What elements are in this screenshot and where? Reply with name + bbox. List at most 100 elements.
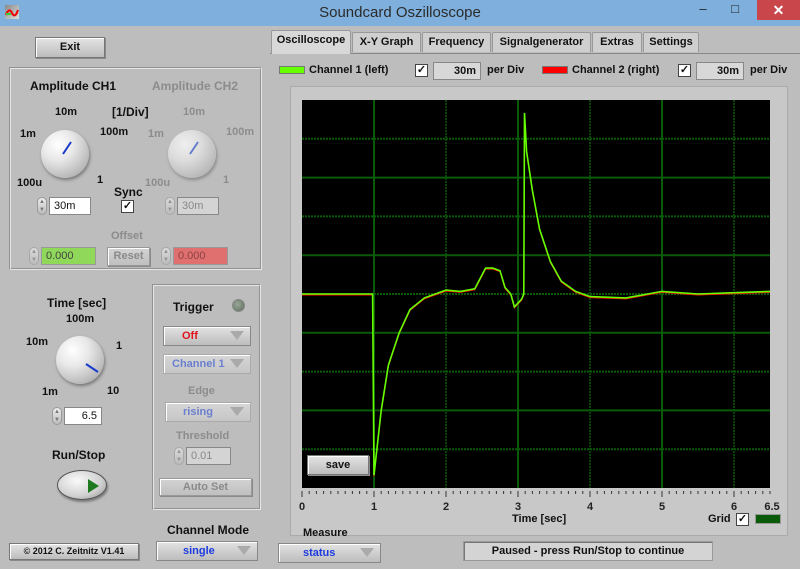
time-spinner[interactable]: ▲ ▼ [52, 407, 62, 425]
save-button[interactable]: save [307, 455, 369, 475]
x-tick-label: 2 [443, 501, 449, 513]
time-scale-1: 1 [116, 340, 123, 352]
ch2-enable-checkbox[interactable]: ✓ [678, 64, 691, 77]
window-title: Soundcard Oszilloscope [319, 4, 481, 21]
time-scale-10: 10 [107, 385, 120, 397]
ch2-label: Channel 2 (right) [572, 64, 660, 76]
trigger-channel-value: Channel 1 [172, 358, 225, 370]
threshold-input[interactable]: 0.01 [186, 447, 231, 465]
chevron-down-icon [230, 359, 244, 368]
threshold-label: Threshold [176, 430, 230, 442]
grid-checkbox[interactable]: ✓ [736, 513, 749, 526]
trigger-led-icon [232, 299, 245, 312]
edge-label: Edge [188, 385, 215, 397]
ch2-amplitude-spinner[interactable]: ▲ ▼ [165, 197, 175, 215]
measure-dropdown[interactable]: status [278, 543, 381, 563]
offset-ch1-spinner[interactable]: ▲ ▼ [29, 247, 39, 265]
amplitude-ch2-title: Amplitude CH2 [152, 79, 239, 93]
time-title: Time [sec] [47, 296, 107, 310]
channel-mode-dropdown[interactable]: single [156, 541, 258, 561]
ch1-amplitude-knob[interactable] [41, 130, 89, 178]
offset-ch2-spinner[interactable]: ▲ ▼ [161, 247, 171, 265]
trigger-panel [152, 284, 261, 510]
ch2-amplitude-knob[interactable] [168, 130, 216, 178]
ch1-amplitude-spinner[interactable]: ▲ ▼ [37, 197, 47, 215]
ch2-color-swatch[interactable] [542, 66, 568, 74]
chevron-down-icon [237, 546, 251, 555]
tab-oscilloscope[interactable]: Oscilloscope [271, 30, 351, 54]
tab-extras[interactable]: Extras [592, 32, 642, 52]
grid-label: Grid [708, 513, 731, 525]
maximize-button[interactable]: □ [720, 0, 750, 20]
sync-checkbox[interactable]: ✓ [121, 200, 134, 213]
minimize-button[interactable]: – [690, 0, 716, 20]
ch1-scale-100m: 100m [100, 126, 129, 138]
ch1-amplitude-input[interactable]: 30m [49, 197, 91, 215]
offset-ch1-input[interactable]: 0.000 [41, 247, 96, 265]
auto-set-button[interactable]: Auto Set [159, 478, 252, 496]
trigger-title: Trigger [173, 300, 214, 314]
chevron-down-icon [230, 407, 244, 416]
time-scale-10m: 10m [26, 336, 49, 348]
ch2-scale-100u: 100u [145, 177, 171, 189]
offset-ch2-input[interactable]: 0.000 [173, 247, 228, 265]
copyright-label: © 2012 C. Zeitnitz V1.41 [9, 543, 139, 560]
x-tick-label: 3 [515, 501, 521, 513]
time-input[interactable]: 6.5 [64, 407, 102, 425]
exit-button[interactable]: Exit [35, 37, 105, 58]
x-tick-label: 5 [659, 501, 665, 513]
time-scale-1m: 1m [42, 386, 58, 398]
ch1-per-div-input[interactable]: 30m [433, 62, 481, 80]
play-icon [88, 479, 99, 493]
plot-canvas [302, 100, 770, 488]
trigger-channel-dropdown[interactable]: Channel 1 [163, 354, 251, 374]
oscilloscope-plot[interactable] [302, 100, 770, 488]
x-tick-label: 1 [371, 501, 377, 513]
tab-frequency[interactable]: Frequency [422, 32, 491, 52]
ch2-scale-1: 1 [223, 174, 230, 186]
time-knob[interactable] [56, 336, 104, 384]
trigger-mode-value: Off [182, 330, 198, 342]
ch1-label: Channel 1 (left) [309, 64, 389, 76]
channel-mode-value: single [183, 545, 215, 557]
trigger-mode-dropdown[interactable]: Off [163, 326, 251, 346]
ch1-scale-10m: 10m [55, 106, 78, 118]
tab-signalgenerator[interactable]: Signalgenerator [492, 32, 591, 52]
trigger-edge-dropdown[interactable]: rising [165, 402, 251, 422]
ch2-per-div-label: per Div [750, 64, 788, 76]
x-tick-label: 6.5 [764, 501, 779, 513]
chevron-down-icon [230, 331, 244, 340]
x-tick-label: 6 [731, 501, 737, 513]
amplitude-ch1-title: Amplitude CH1 [30, 79, 117, 93]
status-bar: Paused - press Run/Stop to continue [463, 541, 713, 561]
ch1-enable-checkbox[interactable]: ✓ [415, 64, 428, 77]
ch2-scale-10m: 10m [183, 106, 206, 118]
run-stop-label: Run/Stop [52, 448, 106, 462]
ch1-color-swatch[interactable] [279, 66, 305, 74]
ch1-scale-1m: 1m [20, 128, 36, 140]
run-stop-button[interactable] [57, 470, 107, 500]
ch2-per-div-input[interactable]: 30m [696, 62, 744, 80]
x-axis-label: Time [sec] [512, 513, 567, 525]
reset-offset-button[interactable]: Reset [107, 247, 150, 266]
trigger-edge-value: rising [183, 406, 213, 418]
x-tick-label: 4 [587, 501, 594, 513]
grid-color-swatch[interactable] [755, 514, 781, 524]
title-bar: Soundcard Oszilloscope – □ ✕ [0, 0, 800, 26]
ch2-scale-1m: 1m [148, 128, 164, 140]
x-axis: 0 1 2 3 4 5 6 6.5 [299, 491, 780, 513]
ch2-amplitude-input[interactable]: 30m [177, 197, 219, 215]
ch1-scale-1: 1 [97, 174, 104, 186]
tab-xy-graph[interactable]: X-Y Graph [352, 32, 421, 52]
measure-value: status [303, 547, 336, 559]
ch1-per-div-label: per Div [487, 64, 525, 76]
amplitude-unit-label: [1/Div] [112, 105, 149, 119]
tab-settings[interactable]: Settings [643, 32, 699, 52]
chevron-down-icon [360, 548, 374, 557]
ch1-scale-100u: 100u [17, 177, 43, 189]
close-button[interactable]: ✕ [757, 0, 800, 20]
threshold-spinner[interactable]: ▲ ▼ [174, 447, 184, 465]
sync-label: Sync [114, 185, 143, 199]
channel-mode-label: Channel Mode [167, 523, 250, 537]
time-scale-100m: 100m [66, 313, 95, 325]
